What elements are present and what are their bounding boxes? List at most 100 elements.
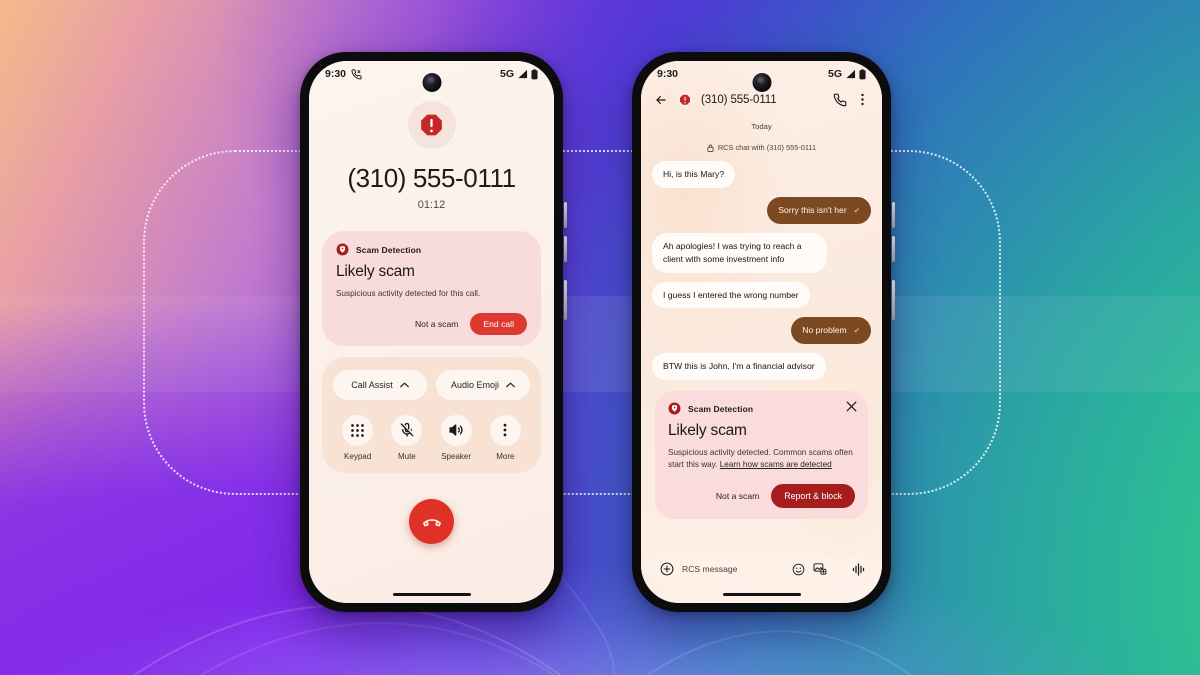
phone-device-call: 9:30 5G (310) 555-0111 01:12 Scam Detect… [297, 49, 567, 615]
end-call-pill-button[interactable]: End call [470, 312, 527, 335]
phone-icon[interactable] [833, 93, 847, 107]
speaker-control[interactable]: Speaker [432, 414, 481, 461]
message-text: Sorry this isn't her [778, 204, 847, 215]
scam-card-title: Likely scam [668, 422, 747, 440]
close-icon[interactable] [846, 401, 857, 412]
octagon-alert-icon [679, 94, 690, 105]
message-row: Hi, is this Mary? [652, 161, 871, 188]
scam-shield-icon [668, 402, 681, 415]
audio-emoji-chip[interactable]: Audio Emoji [436, 369, 530, 400]
message-bubble-outgoing[interactable]: Sorry this isn't her ✔ [767, 196, 871, 224]
image-icon[interactable] [813, 562, 827, 576]
background-arc-lines [132, 574, 912, 675]
rcs-chat-label: RCS chat with (310) 555-0111 [717, 143, 817, 152]
battery-icon [531, 68, 538, 80]
more-vertical-icon [489, 414, 521, 446]
speaker-label: Speaker [441, 451, 472, 461]
message-bubble-incoming[interactable]: I guess I entered the wrong number [652, 281, 810, 309]
conversation-title: (310) 555-0111 [701, 93, 777, 106]
message-row: BTW this is John, I'm a financial adviso… [652, 353, 871, 381]
front-camera-punch-hole [752, 73, 771, 92]
keypad-control[interactable]: Keypad [333, 414, 382, 461]
network-type-label: 5G [827, 68, 842, 80]
scam-card-description: Suspicious activity detected for this ca… [336, 289, 481, 298]
audio-emoji-label: Audio Emoji [450, 379, 500, 390]
message-row: Sorry this isn't her ✔ [652, 196, 871, 224]
volume-up-button[interactable] [564, 202, 567, 228]
mute-label: Mute [397, 451, 416, 461]
power-button[interactable] [564, 280, 567, 320]
emoji-icon[interactable] [792, 563, 805, 576]
call-screen: 9:30 5G (310) 555-0111 01:12 Scam Detect… [309, 61, 554, 603]
caller-alert-avatar [407, 101, 456, 149]
call-controls-card: Call Assist Audio Emoji Keypad Mute Spea… [322, 356, 541, 473]
more-label: More [496, 451, 515, 461]
keypad-label: Keypad [344, 451, 372, 461]
not-a-scam-button[interactable]: Not a scam [716, 491, 759, 501]
phone-device-messages: 9:30 5G (310) 555-0111 Today RCS chat wi… [629, 49, 895, 615]
phone-in-call-icon [351, 68, 362, 80]
plus-circle-icon[interactable] [660, 562, 674, 576]
scam-card-label: Scam Detection [688, 403, 754, 414]
volume-up-button[interactable] [892, 202, 895, 228]
scam-detection-card-call: Scam Detection Likely scam Suspicious ac… [322, 231, 541, 346]
voice-waveform-icon [851, 562, 866, 577]
messages-screen: 9:30 5G (310) 555-0111 Today RCS chat wi… [641, 61, 882, 603]
message-text: No problem [802, 325, 847, 336]
call-duration: 01:12 [417, 199, 446, 211]
voice-message-button[interactable] [843, 554, 873, 584]
mic-off-icon [391, 414, 423, 446]
scam-detection-card-messages: Scam Detection Likely scam Suspicious ac… [655, 391, 868, 520]
scam-card-label: Scam Detection [356, 244, 422, 255]
power-button[interactable] [892, 280, 895, 320]
day-separator: Today [751, 122, 772, 131]
scam-card-description: Suspicious activity detected. Common sca… [668, 447, 855, 471]
conversation-body: Today RCS chat with (310) 555-0111 Hi, i… [641, 114, 882, 546]
scam-card-title: Likely scam [336, 263, 415, 280]
scam-badge-avatar [677, 92, 692, 107]
composer-field[interactable]: RCS message [650, 554, 837, 584]
more-control[interactable]: More [481, 414, 530, 461]
call-assist-chip[interactable]: Call Assist [333, 369, 427, 400]
end-call-button[interactable] [409, 498, 454, 544]
signal-bars-icon [845, 69, 856, 79]
scam-shield-icon [336, 243, 349, 256]
volume-down-button[interactable] [892, 236, 895, 262]
octagon-alert-icon [421, 114, 442, 135]
call-assist-label: Call Assist [351, 379, 393, 390]
report-and-block-button[interactable]: Report & block [771, 484, 855, 509]
keypad-icon [342, 414, 374, 446]
network-type-label: 5G [499, 68, 514, 80]
message-composer: RCS message [650, 554, 873, 584]
volume-down-button[interactable] [564, 236, 567, 262]
status-time: 9:30 [325, 68, 347, 80]
not-a-scam-button[interactable]: Not a scam [415, 319, 458, 329]
battery-icon [859, 68, 866, 80]
delivered-check-icon: ✔ [853, 205, 860, 215]
composer-placeholder: RCS message [682, 564, 738, 574]
message-row: I guess I entered the wrong number [652, 281, 871, 309]
more-vertical-icon[interactable] [856, 93, 869, 106]
message-bubble-incoming[interactable]: BTW this is John, I'm a financial adviso… [652, 353, 826, 381]
home-indicator [722, 593, 801, 596]
front-camera-punch-hole [422, 73, 441, 92]
message-bubble-outgoing[interactable]: No problem ✔ [791, 317, 871, 345]
lock-icon [707, 144, 714, 152]
message-bubble-incoming[interactable]: Ah apologies! I was trying to reach a cl… [652, 232, 828, 273]
message-row: Ah apologies! I was trying to reach a cl… [652, 232, 871, 273]
background-artwork [0, 0, 1200, 675]
learn-how-scams-detected-link[interactable]: Learn how scams are detected [720, 460, 832, 469]
status-time: 9:30 [657, 68, 679, 80]
mute-control[interactable]: Mute [382, 414, 431, 461]
delivered-check-icon: ✔ [853, 326, 860, 336]
arrow-back-icon[interactable] [654, 93, 668, 107]
caller-number: (310) 555-0111 [347, 163, 516, 193]
chevron-up-icon [399, 382, 409, 388]
home-indicator [392, 593, 471, 596]
chevron-up-icon [506, 382, 515, 388]
message-bubble-incoming[interactable]: Hi, is this Mary? [652, 161, 736, 188]
hang-up-icon [421, 510, 443, 532]
rcs-chat-notice: RCS chat with (310) 555-0111 [652, 143, 871, 152]
speaker-icon [440, 414, 472, 446]
message-row: No problem ✔ [652, 317, 871, 345]
